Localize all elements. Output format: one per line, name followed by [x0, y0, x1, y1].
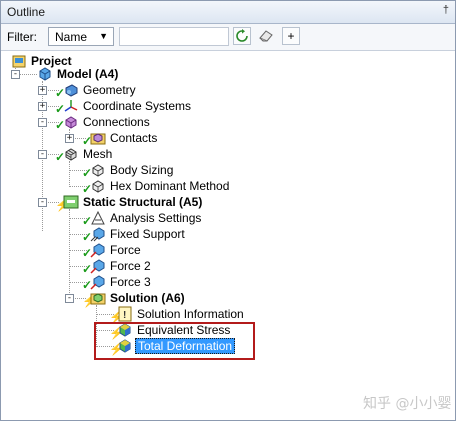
collapse-toggle[interactable]: - — [38, 150, 47, 159]
tree-item-solution[interactable]: ⚡ Solution (A6) — [80, 290, 187, 307]
collapse-toggle[interactable]: - — [38, 118, 47, 127]
tree-item-mesh[interactable]: ✓ Mesh — [53, 146, 114, 163]
geometry-icon — [65, 84, 78, 97]
expand-toggle[interactable]: + — [38, 86, 47, 95]
filter-toolbar: Filter: Name ▼ + — [1, 24, 455, 51]
collapse-toggle[interactable]: - — [11, 70, 20, 79]
tree-item-body-sizing[interactable]: ✓ Body Sizing — [80, 162, 175, 179]
tree-item-analysis-settings[interactable]: ✓ Analysis Settings — [80, 210, 203, 227]
expand-toggle[interactable]: + — [65, 134, 74, 143]
tree-item-model[interactable]: Model (A4) — [37, 66, 120, 82]
outline-panel: Outline † Filter: Name ▼ + Project - Mod… — [0, 0, 456, 421]
tree-label: Body Sizing — [110, 163, 174, 177]
tree-label: Force — [110, 243, 141, 257]
tree-item-connections[interactable]: ✓ Connections — [53, 114, 152, 131]
mesh-icon — [65, 148, 77, 161]
tree-item-force-3[interactable]: ✓ Force 3 — [80, 274, 153, 291]
tree-label: Contacts — [110, 131, 158, 145]
body-sizing-icon — [92, 164, 104, 177]
fixed-support-icon — [90, 227, 105, 242]
svg-text:!: ! — [123, 310, 126, 321]
static-structural-icon — [63, 195, 79, 209]
model-cube-icon — [39, 67, 51, 81]
tree-item-static-structural[interactable]: ⚡ Static Structural (A5) — [53, 194, 204, 211]
analysis-settings-icon — [91, 210, 105, 225]
hex-dominant-icon — [92, 180, 104, 193]
highlight-box — [94, 322, 255, 360]
tree-item-geometry[interactable]: ✓ Geometry — [53, 82, 138, 99]
tree-label: Coordinate Systems — [83, 99, 192, 113]
pin-icon[interactable]: † — [443, 4, 449, 16]
chevron-down-icon: ▼ — [99, 31, 108, 41]
tree-label: Model (A4) — [57, 67, 119, 81]
tree-label: Static Structural (A5) — [83, 195, 203, 209]
eraser-icon[interactable] — [257, 27, 275, 45]
collapse-toggle[interactable]: - — [38, 198, 47, 207]
tree-label: Analysis Settings — [110, 211, 202, 225]
coordinate-axes-icon — [64, 100, 78, 112]
force-icon — [90, 275, 105, 290]
tree-item-contacts[interactable]: ✓ Contacts — [80, 130, 159, 147]
panel-title: Outline — [7, 5, 46, 19]
watermark: 知乎 @小小婴 — [363, 396, 452, 412]
information-icon: ! — [118, 306, 132, 322]
contacts-folder-icon — [90, 133, 106, 145]
connections-icon — [65, 116, 77, 129]
tree-label: Mesh — [83, 147, 113, 161]
filter-search-input[interactable] — [119, 27, 229, 46]
tree-item-force-2[interactable]: ✓ Force 2 — [80, 258, 153, 275]
expand-toggle[interactable]: + — [38, 102, 47, 111]
project-icon — [12, 55, 26, 68]
tree-label: Force 2 — [110, 259, 151, 273]
solution-icon — [90, 293, 106, 305]
tree-label: Hex Dominant Method — [110, 179, 230, 193]
filter-label: Filter: — [7, 30, 37, 44]
tree-item-force[interactable]: ✓ Force — [80, 242, 143, 259]
refresh-icon[interactable] — [233, 27, 251, 45]
collapse-toggle[interactable]: - — [65, 294, 74, 303]
tree-item-solution-information[interactable]: ⚡ ! Solution Information — [107, 306, 246, 323]
tree-label: Solution Information — [137, 307, 244, 321]
filter-select[interactable]: Name ▼ — [48, 27, 114, 46]
tree-item-hex-dominant[interactable]: ✓ Hex Dominant Method — [80, 178, 231, 195]
tree-label: Connections — [83, 115, 150, 129]
outline-titlebar: Outline † — [1, 1, 455, 24]
tree-label: Geometry — [83, 83, 136, 97]
expand-all-icon[interactable]: + — [282, 27, 300, 45]
tree-item-fixed-support[interactable]: ✓ Fixed Support — [80, 226, 187, 243]
tree-item-coordinate-systems[interactable]: ✓ Coordinate Systems — [53, 98, 193, 115]
tree-label: Force 3 — [110, 275, 151, 289]
tree-label: Solution (A6) — [110, 291, 185, 305]
tree-label: Fixed Support — [110, 227, 185, 241]
force-icon — [90, 259, 105, 274]
force-icon — [90, 243, 105, 258]
filter-select-value: Name — [55, 30, 88, 44]
